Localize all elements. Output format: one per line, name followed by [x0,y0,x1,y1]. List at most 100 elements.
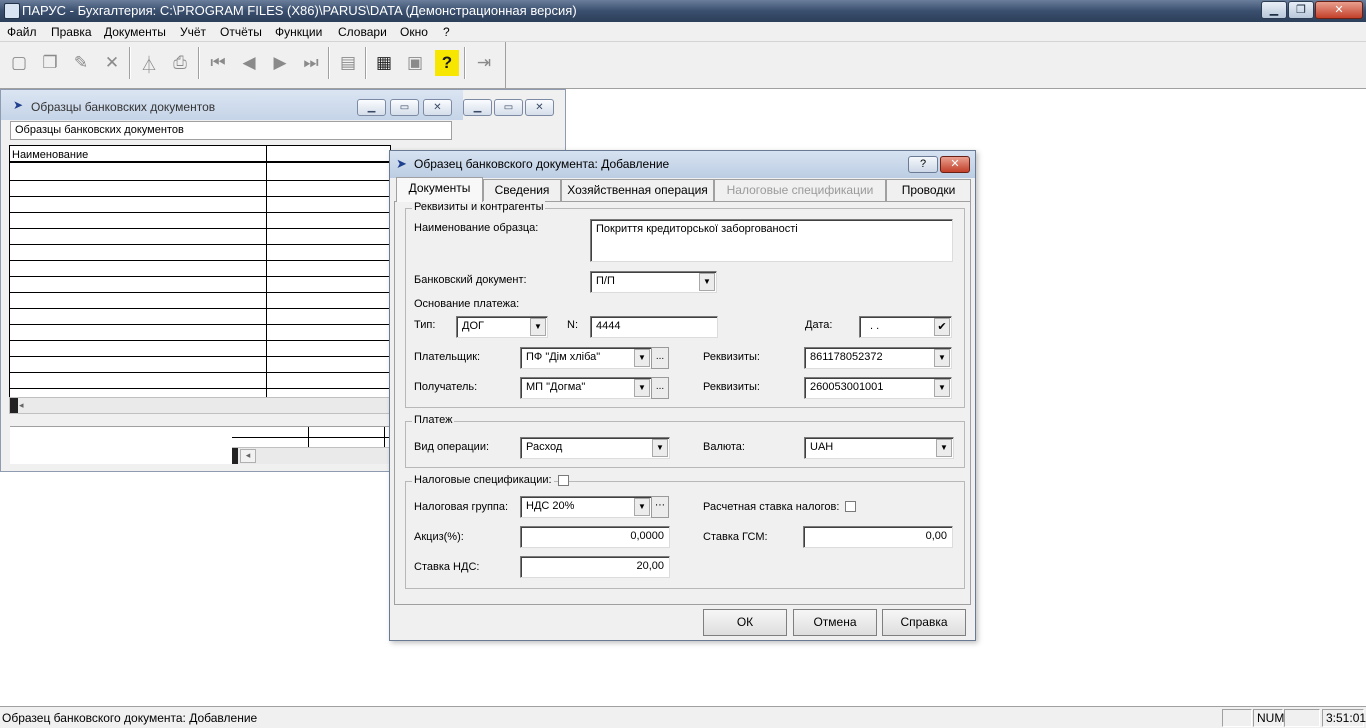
behind-close-button[interactable]: ✕ [525,99,554,116]
last-button[interactable]: ⏭ [296,46,326,80]
edit-button[interactable]: ✎ [66,46,96,80]
gsm-rate-field[interactable]: 0,00 [803,526,953,548]
horizontal-scrollbar[interactable]: ◂ [9,397,391,414]
cancel-button[interactable]: Отмена [793,609,877,636]
help-button[interactable]: ? [435,50,459,76]
sample-name-field[interactable]: Покриття кредиторської заборгованості [590,219,953,262]
detail-grid[interactable]: ◂ [232,426,392,464]
chevron-down-icon[interactable]: ▼ [936,439,952,457]
prev-button[interactable]: ◀ [234,46,264,80]
menu-documents[interactable]: Документы [104,25,166,39]
tax-group-browse-button[interactable]: ⋯ [651,496,669,518]
menu-help[interactable]: ? [443,25,450,39]
copy-button[interactable]: ❐ [35,46,65,80]
table-row[interactable] [10,357,390,373]
menu-edit[interactable]: Правка [51,25,92,39]
date-picker[interactable]: . . ✔ [859,316,952,338]
tax-spec-checkbox[interactable] [558,475,569,486]
dialog-help-button[interactable]: ? [908,156,938,173]
table-row[interactable] [10,325,390,341]
operation-type-select[interactable]: Расход ▼ [520,437,670,459]
system-garant-button[interactable]: ▣ [400,46,430,80]
calc-rate-label: Расчетная ставка налогов: [703,501,840,513]
list-minimize-button[interactable]: ▁ [357,99,386,116]
recipient-browse-button[interactable]: ... [651,377,669,399]
payer-browse-button[interactable]: ... [651,347,669,369]
chevron-down-icon[interactable]: ▼ [634,498,650,516]
behind-minimize-button[interactable]: ▁ [463,99,492,116]
print-button[interactable]: ⎙ [165,46,195,80]
tab-postings[interactable]: Проводки [886,179,971,201]
menu-accounting[interactable]: Учёт [180,25,206,39]
recipient-requisites-select[interactable]: 260053001001 ▼ [804,377,952,399]
table-row[interactable] [10,197,390,213]
behind-maximize-button[interactable]: ▭ [494,99,523,116]
table-row[interactable] [10,181,390,197]
menu-dictionaries[interactable]: Словари [338,25,387,39]
tax-group-select[interactable]: НДС 20% ▼ [520,496,652,518]
scroll-left-icon[interactable]: ◂ [240,449,256,463]
chevron-down-icon[interactable]: ▼ [634,379,650,397]
new-button[interactable]: ▢ [4,46,34,80]
samples-grid[interactable]: Наименование [9,145,391,401]
report-button[interactable]: ▤ [333,46,363,80]
bank-doc-select[interactable]: П/П ▼ [590,271,717,293]
column-header-name[interactable]: Наименование [12,149,88,161]
menu-window[interactable]: Окно [400,25,428,39]
tab-details[interactable]: Сведения [483,179,561,201]
chevron-down-icon[interactable]: ▼ [530,318,546,336]
table-row[interactable] [10,341,390,357]
chevron-down-icon[interactable]: ▼ [652,439,668,457]
next-button[interactable]: ▶ [265,46,295,80]
vat-rate-field[interactable]: 20,00 [520,556,670,578]
list-close-button[interactable]: ✕ [423,99,452,116]
chevron-down-icon[interactable]: ▼ [634,349,650,367]
menu-functions[interactable]: Функции [275,25,322,39]
scroll-marker [10,398,18,413]
menu-reports[interactable]: Отчёты [220,25,262,39]
filter-button[interactable]: ⏃ [134,46,164,80]
table-row[interactable] [10,213,390,229]
dialog-close-button[interactable]: ✕ [940,156,970,173]
chevron-down-icon[interactable]: ▼ [934,379,950,397]
chevron-down-icon[interactable]: ▼ [934,349,950,367]
tab-business-operation[interactable]: Хозяйственная операция [561,179,714,201]
chevron-down-icon[interactable]: ▼ [699,273,715,291]
detail-hscroll[interactable]: ◂ [232,447,392,464]
table-row[interactable] [10,293,390,309]
status-cell-empty [1284,709,1320,727]
calc-rate-checkbox[interactable] [845,501,856,512]
first-button[interactable]: ⏮ [203,46,233,80]
type-select[interactable]: ДОГ ▼ [456,316,548,338]
n-field[interactable]: 4444 [590,316,718,338]
calculator-button[interactable]: ▦ [369,46,399,80]
ok-button[interactable]: ОК [703,609,787,636]
tab-documents[interactable]: Документы [396,177,483,202]
minimize-button[interactable]: ▁ [1261,1,1287,19]
status-cell-empty [1222,709,1252,727]
date-label: Дата: [805,319,833,331]
table-row[interactable] [10,261,390,277]
table-row[interactable] [10,309,390,325]
excise-field[interactable]: 0,0000 [520,526,670,548]
payer-select[interactable]: ПФ "Дім хліба" ▼ [520,347,652,369]
list-maximize-button[interactable]: ▭ [390,99,419,116]
table-row[interactable] [10,373,390,389]
menu-file[interactable]: Файл [7,25,37,39]
scroll-left-icon[interactable]: ◂ [19,400,24,411]
table-row[interactable] [10,229,390,245]
table-row[interactable] [10,277,390,293]
currency-select[interactable]: UAH ▼ [804,437,954,459]
payer-requisites-select[interactable]: 861178052372 ▼ [804,347,952,369]
delete-button[interactable]: ✕ [97,46,127,80]
tab-panel-documents: Реквизиты и контрагенты Наименование обр… [394,201,971,605]
help-dialog-button[interactable]: Справка [882,609,966,636]
tax-spec-group-title: Налоговые спецификации: [412,474,554,486]
table-row[interactable] [10,165,390,181]
close-button[interactable]: ✕ [1315,1,1363,19]
exit-button[interactable]: ⇥ [469,46,499,80]
recipient-select[interactable]: МП "Догма" ▼ [520,377,652,399]
restore-button[interactable]: ❐ [1288,1,1314,19]
check-icon[interactable]: ✔ [934,318,950,336]
table-row[interactable] [10,245,390,261]
